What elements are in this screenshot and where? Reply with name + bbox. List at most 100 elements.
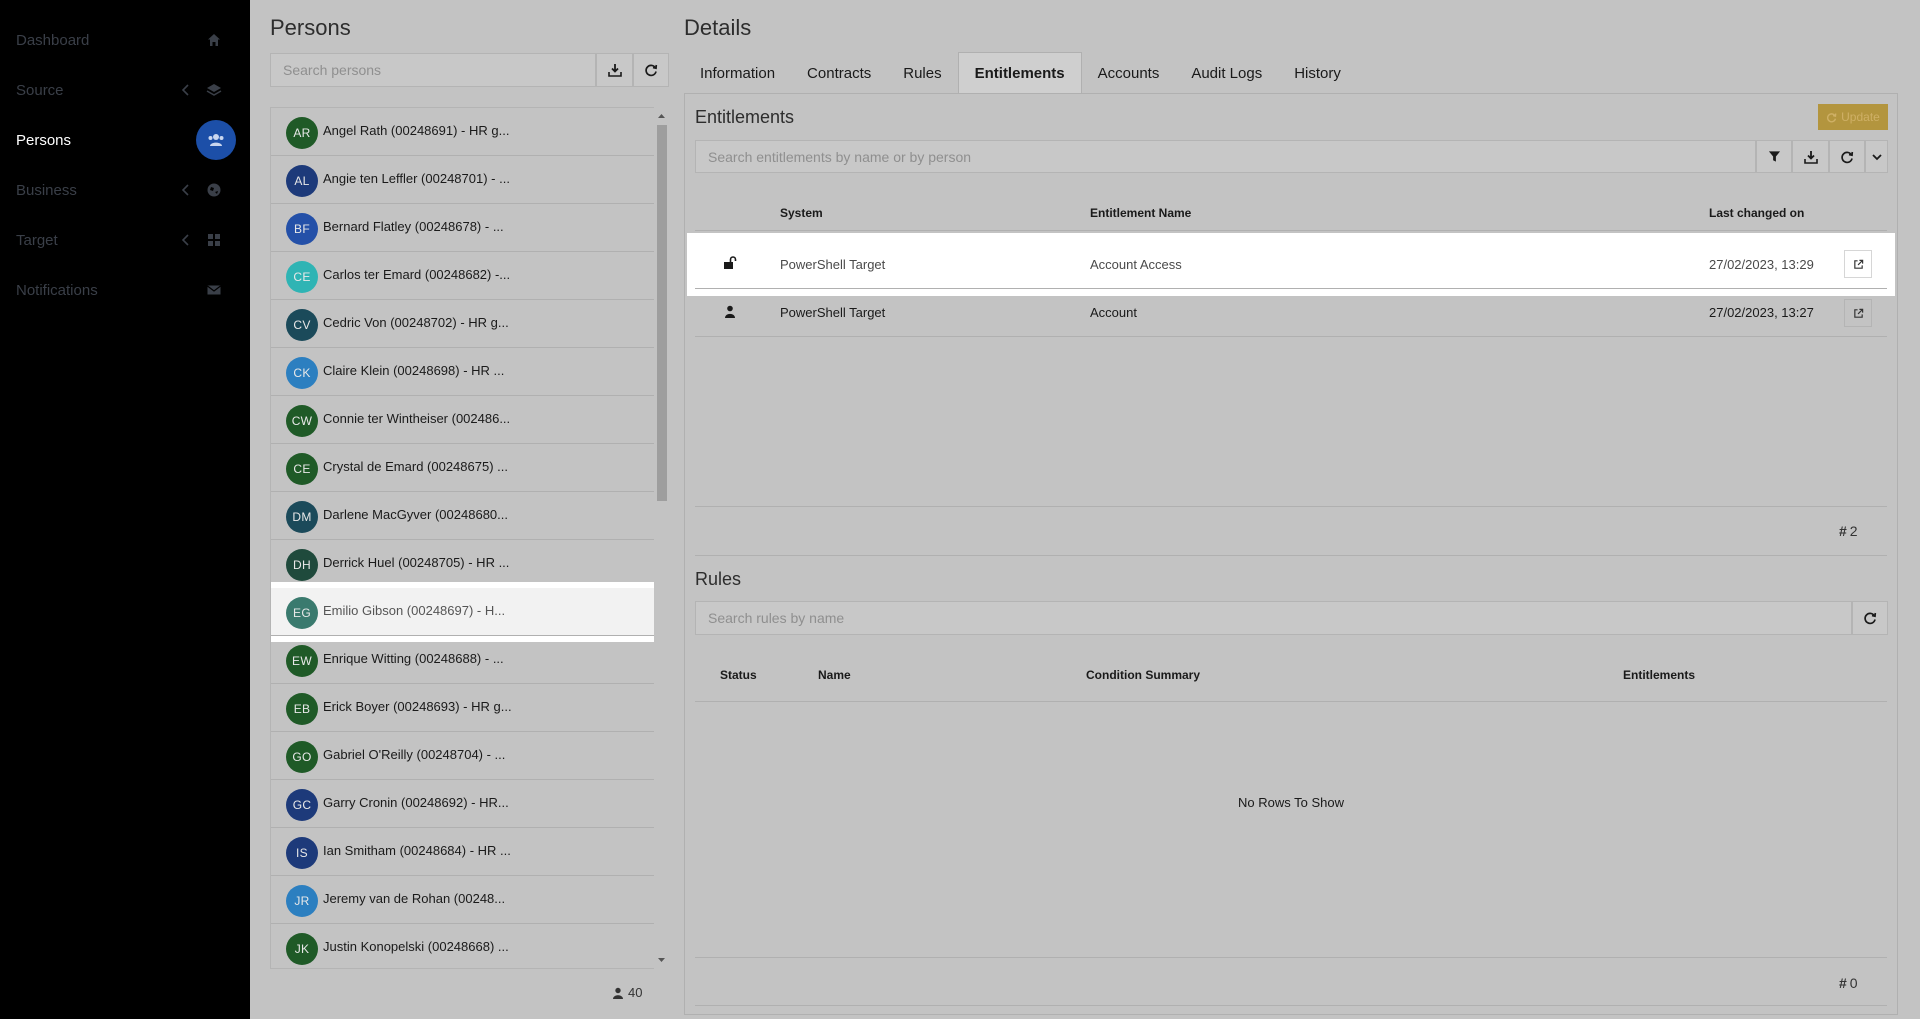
entitlements-count-value: 2 bbox=[1849, 523, 1858, 539]
column-header-entitlements[interactable]: Entitlements bbox=[1623, 668, 1695, 682]
download-entitlements-button[interactable] bbox=[1792, 140, 1829, 173]
list-item[interactable]: AR Angel Rath (00248691) - HR g... bbox=[271, 108, 655, 156]
list-item[interactable]: DM Darlene MacGyver (00248680... bbox=[271, 492, 655, 540]
list-item[interactable]: DH Derrick Huel (00248705) - HR ... bbox=[271, 540, 655, 588]
person-name: Darlene MacGyver (00248680... bbox=[323, 507, 508, 522]
tab-information[interactable]: Information bbox=[684, 52, 791, 94]
user-icon bbox=[724, 305, 736, 321]
table-row[interactable]: PowerShell Target Account Access 27/02/2… bbox=[687, 233, 1895, 296]
grid-icon bbox=[206, 232, 222, 248]
entitlements-title: Entitlements bbox=[695, 107, 795, 127]
sidebar: Dashboard Source Persons Business Target bbox=[0, 0, 250, 1019]
open-entitlement-button[interactable] bbox=[1844, 299, 1872, 327]
person-name: Angel Rath (00248691) - HR g... bbox=[323, 123, 510, 138]
download-icon bbox=[1803, 150, 1818, 164]
chevron-left-icon bbox=[178, 182, 194, 198]
search-entitlements-input[interactable]: Search entitlements by name or by person bbox=[695, 140, 1756, 173]
person-name: Derrick Huel (00248705) - HR ... bbox=[323, 555, 510, 570]
list-item[interactable]: EB Erick Boyer (00248693) - HR g... bbox=[271, 684, 655, 732]
more-options-button[interactable] bbox=[1865, 140, 1888, 173]
avatar: CV bbox=[286, 309, 318, 341]
tab-contracts[interactable]: Contracts bbox=[791, 52, 887, 94]
list-item[interactable]: CW Connie ter Wintheiser (002486... bbox=[271, 396, 655, 444]
list-item[interactable]: IS Ian Smitham (00248684) - HR ... bbox=[271, 828, 655, 876]
person-name: Claire Klein (00248698) - HR ... bbox=[323, 363, 505, 378]
list-item[interactable]: CE Crystal de Emard (00248675) ... bbox=[271, 444, 655, 492]
sidebar-item-dashboard[interactable]: Dashboard bbox=[0, 15, 250, 65]
avatar: GO bbox=[286, 741, 318, 773]
download-persons-button[interactable] bbox=[596, 53, 633, 87]
layers-icon bbox=[206, 82, 222, 98]
entitlements-count: # 2 bbox=[1839, 523, 1858, 539]
sidebar-item-persons[interactable]: Persons bbox=[0, 115, 250, 165]
person-name: Carlos ter Emard (00248682) -... bbox=[323, 267, 511, 282]
avatar: DH bbox=[286, 549, 318, 581]
column-header-last-changed[interactable]: Last changed on bbox=[1709, 206, 1804, 220]
sidebar-item-label: Persons bbox=[16, 131, 72, 149]
search-persons-input[interactable]: Search persons bbox=[270, 53, 596, 87]
person-name: Connie ter Wintheiser (002486... bbox=[323, 411, 511, 426]
sidebar-item-notifications[interactable]: Notifications bbox=[0, 265, 250, 315]
divider bbox=[695, 957, 1887, 958]
refresh-rules-button[interactable] bbox=[1852, 601, 1888, 635]
list-item[interactable]: JK Justin Konopelski (00248668) ... bbox=[271, 924, 655, 968]
entitlement-changed: 27/02/2023, 13:27 bbox=[1709, 305, 1814, 320]
details-title: Details bbox=[684, 15, 752, 40]
column-header-system[interactable]: System bbox=[780, 206, 823, 220]
scrollbar-thumb[interactable] bbox=[657, 125, 667, 501]
filter-button[interactable] bbox=[1756, 140, 1792, 173]
tab-entitlements[interactable]: Entitlements bbox=[957, 52, 1082, 94]
chevron-left-icon bbox=[178, 232, 194, 248]
sidebar-item-business[interactable]: Business bbox=[0, 165, 250, 215]
column-header-entitlement-name[interactable]: Entitlement Name bbox=[1090, 206, 1191, 220]
refresh-persons-button[interactable] bbox=[633, 53, 669, 87]
entitlement-system: PowerShell Target bbox=[780, 257, 886, 272]
avatar: GC bbox=[286, 789, 318, 821]
person-name: Garry Cronin (00248692) - HR... bbox=[323, 795, 509, 810]
avatar: AR bbox=[286, 117, 318, 149]
open-entitlement-button[interactable] bbox=[1844, 250, 1872, 278]
list-item[interactable]: GC Garry Cronin (00248692) - HR... bbox=[271, 780, 655, 828]
person-name: Emilio Gibson (00248697) - H... bbox=[323, 603, 506, 618]
list-item[interactable]: AL Angie ten Leffler (00248701) - ... bbox=[271, 156, 655, 204]
person-list: AR Angel Rath (00248691) - HR g... AL Angie… bbox=[270, 107, 656, 969]
column-header-name[interactable]: Name bbox=[818, 668, 851, 682]
divider bbox=[695, 506, 1887, 507]
tab-rules[interactable]: Rules bbox=[887, 52, 957, 94]
persons-title: Persons bbox=[270, 15, 351, 40]
column-header-condition-summary[interactable]: Condition Summary bbox=[1086, 668, 1200, 682]
envelope-icon bbox=[206, 282, 222, 298]
sidebar-item-source[interactable]: Source bbox=[0, 65, 250, 115]
divider bbox=[695, 701, 1887, 702]
divider bbox=[695, 1005, 1887, 1006]
list-item[interactable]: EG Emilio Gibson (00248697) - H... bbox=[271, 582, 655, 642]
tab-accounts[interactable]: Accounts bbox=[1082, 52, 1176, 94]
update-button[interactable]: Update bbox=[1818, 104, 1888, 130]
list-item[interactable]: CE Carlos ter Emard (00248682) -... bbox=[271, 252, 655, 300]
unlock-icon bbox=[723, 256, 737, 273]
rules-title: Rules bbox=[695, 569, 742, 589]
scroll-down-icon bbox=[658, 958, 665, 962]
avatar: BF bbox=[286, 213, 318, 245]
person-name: Enrique Witting (00248688) - ... bbox=[323, 651, 504, 666]
sidebar-item-target[interactable]: Target bbox=[0, 215, 250, 265]
column-header-status[interactable]: Status bbox=[720, 668, 757, 682]
list-item[interactable]: BF Bernard Flatley (00248678) - ... bbox=[271, 204, 655, 252]
list-item[interactable]: GO Gabriel O'Reilly (00248704) - ... bbox=[271, 732, 655, 780]
search-rules-input[interactable]: Search rules by name bbox=[695, 601, 1852, 635]
sidebar-item-label: Dashboard bbox=[16, 31, 90, 49]
person-list-scrollbar[interactable] bbox=[654, 107, 669, 969]
tab-history[interactable]: History bbox=[1278, 52, 1357, 94]
list-item[interactable]: JR Jeremy van de Rohan (00248... bbox=[271, 876, 655, 924]
entitlement-name: Account bbox=[1090, 305, 1137, 320]
list-item[interactable]: CV Cedric Von (00248702) - HR g... bbox=[271, 300, 655, 348]
scroll-up-icon bbox=[658, 114, 665, 118]
list-item[interactable]: CK Claire Klein (00248698) - HR ... bbox=[271, 348, 655, 396]
tab-audit-logs[interactable]: Audit Logs bbox=[1175, 52, 1278, 94]
table-row[interactable]: PowerShell Target Account 27/02/2023, 13… bbox=[695, 289, 1887, 336]
filter-icon bbox=[1768, 151, 1780, 162]
refresh-icon bbox=[1841, 151, 1854, 163]
list-item[interactable]: EW Enrique Witting (00248688) - ... bbox=[271, 636, 655, 684]
refresh-entitlements-button[interactable] bbox=[1829, 140, 1865, 173]
avatar: DM bbox=[286, 501, 318, 533]
